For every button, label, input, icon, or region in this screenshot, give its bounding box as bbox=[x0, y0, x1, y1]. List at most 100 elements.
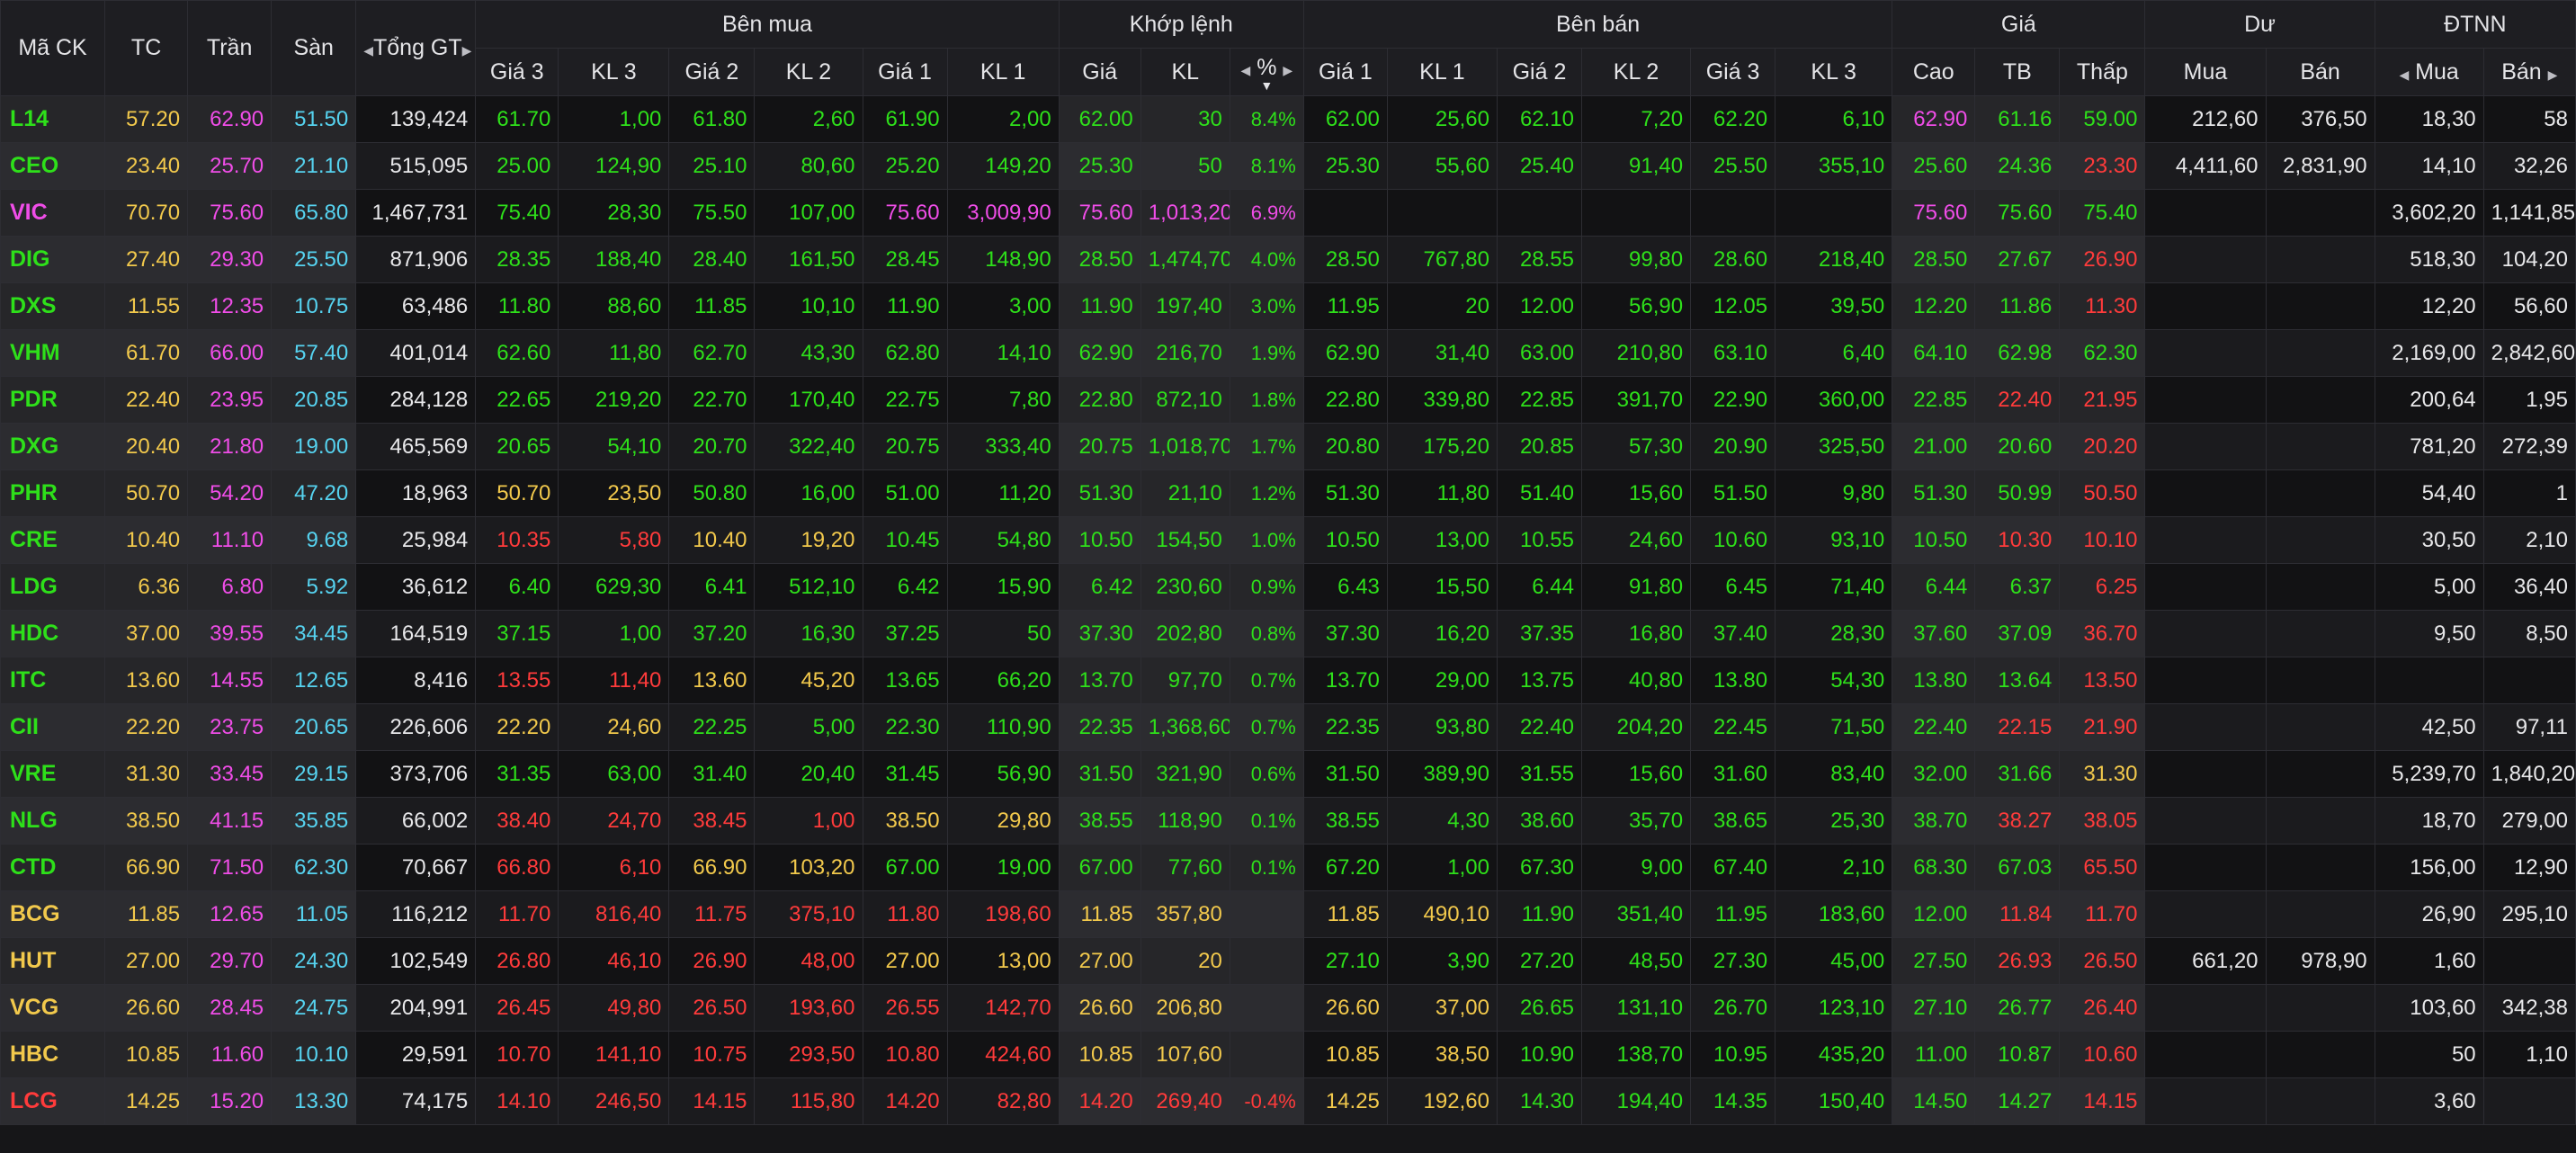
bid-price-3-cell[interactable]: 75.40 bbox=[475, 189, 559, 237]
ask-vol-3-cell[interactable]: 2,10 bbox=[1775, 844, 1893, 891]
ask-price-1-cell[interactable]: 22.80 bbox=[1302, 376, 1388, 424]
col-foreign-sell[interactable]: Bán ▶ bbox=[2482, 48, 2576, 96]
ask-price-3-cell[interactable]: 20.90 bbox=[1690, 423, 1776, 470]
ask-price-3-cell[interactable] bbox=[1690, 189, 1776, 237]
ask-vol-3-cell[interactable]: 360,00 bbox=[1775, 376, 1893, 424]
ask-vol-2-cell[interactable]: 91,40 bbox=[1580, 142, 1692, 190]
bid-vol-2-cell[interactable]: 107,00 bbox=[754, 189, 863, 237]
ask-vol-3-cell[interactable]: 6,40 bbox=[1775, 329, 1893, 377]
ask-vol-1-cell[interactable]: 25,60 bbox=[1386, 95, 1498, 143]
ask-price-2-cell[interactable]: 13.75 bbox=[1496, 657, 1583, 704]
symbol-cell[interactable]: LDG bbox=[0, 563, 106, 611]
symbol-cell[interactable]: HUT bbox=[0, 937, 106, 985]
ask-price-1-cell[interactable]: 6.43 bbox=[1302, 563, 1388, 611]
ask-price-3-cell[interactable]: 10.60 bbox=[1690, 516, 1776, 564]
ask-vol-3-cell[interactable]: 435,20 bbox=[1775, 1031, 1893, 1078]
bid-price-3-cell[interactable]: 66.80 bbox=[475, 844, 559, 891]
ask-price-1-cell[interactable]: 10.50 bbox=[1302, 516, 1388, 564]
ask-price-1-cell[interactable]: 67.20 bbox=[1302, 844, 1388, 891]
col-ceil[interactable]: Trần bbox=[187, 0, 273, 96]
ask-price-3-cell[interactable]: 37.40 bbox=[1690, 610, 1776, 657]
ask-price-2-cell[interactable]: 62.10 bbox=[1496, 95, 1583, 143]
table-row[interactable]: BCG 11.85 12.65 11.05 116,212 11.70 816,40 11.7… bbox=[0, 890, 2576, 938]
ask-vol-2-cell[interactable]: 16,80 bbox=[1580, 610, 1692, 657]
bid-price-2-cell[interactable]: 75.50 bbox=[668, 189, 756, 237]
chevron-left-icon[interactable]: ◀ bbox=[2399, 67, 2409, 82]
bid-vol-1-cell[interactable]: 15,90 bbox=[946, 563, 1060, 611]
bid-vol-1-cell[interactable]: 11,20 bbox=[946, 469, 1060, 517]
ask-price-1-cell[interactable]: 37.30 bbox=[1302, 610, 1388, 657]
ask-price-3-cell[interactable]: 12.05 bbox=[1690, 282, 1776, 330]
ask-vol-2-cell[interactable]: 9,00 bbox=[1580, 844, 1692, 891]
bid-vol-1-cell[interactable]: 54,80 bbox=[946, 516, 1060, 564]
table-row[interactable]: PHR 50.70 54.20 47.20 18,963 50.70 23,50 50.80 1… bbox=[0, 469, 2576, 517]
bid-price-1-cell[interactable]: 61.90 bbox=[862, 95, 948, 143]
bid-vol-2-cell[interactable]: 19,20 bbox=[754, 516, 863, 564]
bid-vol-3-cell[interactable]: 1,00 bbox=[558, 95, 670, 143]
ask-price-1-cell[interactable]: 11.85 bbox=[1302, 890, 1388, 938]
ask-vol-2-cell[interactable]: 351,40 bbox=[1580, 890, 1692, 938]
ask-vol-3-cell[interactable]: 54,30 bbox=[1775, 657, 1893, 704]
bid-price-3-cell[interactable]: 62.60 bbox=[475, 329, 559, 377]
symbol-cell[interactable]: VIC bbox=[0, 189, 106, 237]
bid-price-1-cell[interactable]: 10.80 bbox=[862, 1031, 948, 1078]
symbol-cell[interactable]: NLG bbox=[0, 797, 106, 845]
bid-price-3-cell[interactable]: 22.20 bbox=[475, 703, 559, 751]
ask-vol-3-cell[interactable]: 71,50 bbox=[1775, 703, 1893, 751]
ask-price-3-cell[interactable]: 62.20 bbox=[1690, 95, 1776, 143]
symbol-cell[interactable]: LCG bbox=[0, 1077, 106, 1125]
bid-vol-3-cell[interactable]: 629,30 bbox=[558, 563, 670, 611]
ask-price-1-cell[interactable]: 31.50 bbox=[1302, 750, 1388, 798]
ask-vol-3-cell[interactable]: 355,10 bbox=[1775, 142, 1893, 190]
ask-price-1-cell[interactable]: 14.25 bbox=[1302, 1077, 1388, 1125]
bid-price-3-cell[interactable]: 11.80 bbox=[475, 282, 559, 330]
ask-vol-3-cell[interactable]: 39,50 bbox=[1775, 282, 1893, 330]
ask-vol-1-cell[interactable]: 175,20 bbox=[1386, 423, 1498, 470]
bid-price-3-cell[interactable]: 14.10 bbox=[475, 1077, 559, 1125]
chevron-right-icon[interactable]: ▶ bbox=[1283, 63, 1292, 77]
bid-vol-1-cell[interactable]: 13,00 bbox=[946, 937, 1060, 985]
ask-vol-1-cell[interactable]: 20 bbox=[1386, 282, 1498, 330]
bid-price-2-cell[interactable]: 31.40 bbox=[668, 750, 756, 798]
ask-price-2-cell[interactable] bbox=[1496, 189, 1583, 237]
ask-vol-1-cell[interactable]: 15,50 bbox=[1386, 563, 1498, 611]
ask-price-2-cell[interactable]: 37.35 bbox=[1496, 610, 1583, 657]
ask-price-1-cell[interactable]: 28.50 bbox=[1302, 236, 1388, 283]
ask-price-2-cell[interactable]: 14.30 bbox=[1496, 1077, 1583, 1125]
bid-vol-1-cell[interactable]: 2,00 bbox=[946, 95, 1060, 143]
bid-price-1-cell[interactable]: 62.80 bbox=[862, 329, 948, 377]
chevron-right-icon[interactable]: ▶ bbox=[2548, 67, 2558, 82]
bid-vol-3-cell[interactable]: 141,10 bbox=[558, 1031, 670, 1078]
bid-vol-2-cell[interactable]: 170,40 bbox=[754, 376, 863, 424]
chevron-right-icon[interactable]: ▶ bbox=[462, 43, 472, 58]
bid-price-2-cell[interactable]: 11.85 bbox=[668, 282, 756, 330]
bid-vol-2-cell[interactable]: 45,20 bbox=[754, 657, 863, 704]
ask-price-2-cell[interactable]: 10.55 bbox=[1496, 516, 1583, 564]
ask-vol-3-cell[interactable]: 83,40 bbox=[1775, 750, 1893, 798]
ask-price-3-cell[interactable]: 22.90 bbox=[1690, 376, 1776, 424]
ask-vol-3-cell[interactable]: 325,50 bbox=[1775, 423, 1893, 470]
symbol-cell[interactable]: DXG bbox=[0, 423, 106, 470]
col-bid-price-3[interactable]: Giá 3 bbox=[475, 48, 559, 96]
bid-vol-3-cell[interactable]: 46,10 bbox=[558, 937, 670, 985]
ask-vol-1-cell[interactable]: 4,30 bbox=[1386, 797, 1498, 845]
bid-price-2-cell[interactable]: 66.90 bbox=[668, 844, 756, 891]
col-ask-price-3[interactable]: Giá 3 bbox=[1690, 48, 1776, 96]
bid-price-2-cell[interactable]: 14.15 bbox=[668, 1077, 756, 1125]
symbol-cell[interactable]: BCG bbox=[0, 890, 106, 938]
bid-price-2-cell[interactable]: 13.60 bbox=[668, 657, 756, 704]
ask-price-3-cell[interactable]: 63.10 bbox=[1690, 329, 1776, 377]
ask-vol-1-cell[interactable]: 3,90 bbox=[1386, 937, 1498, 985]
ask-vol-1-cell[interactable]: 55,60 bbox=[1386, 142, 1498, 190]
table-row[interactable]: PDR 22.40 23.95 20.85 284,128 22.65 219,20 22.7… bbox=[0, 376, 2576, 424]
symbol-cell[interactable]: L14 bbox=[0, 95, 106, 143]
bid-price-1-cell[interactable]: 20.75 bbox=[862, 423, 948, 470]
symbol-cell[interactable]: VCG bbox=[0, 984, 106, 1032]
bid-price-3-cell[interactable]: 10.35 bbox=[475, 516, 559, 564]
bid-vol-1-cell[interactable]: 29,80 bbox=[946, 797, 1060, 845]
bid-price-2-cell[interactable]: 10.40 bbox=[668, 516, 756, 564]
ask-vol-1-cell[interactable]: 1,00 bbox=[1386, 844, 1498, 891]
bid-price-2-cell[interactable]: 62.70 bbox=[668, 329, 756, 377]
bid-price-1-cell[interactable]: 28.45 bbox=[862, 236, 948, 283]
bid-price-2-cell[interactable]: 26.90 bbox=[668, 937, 756, 985]
